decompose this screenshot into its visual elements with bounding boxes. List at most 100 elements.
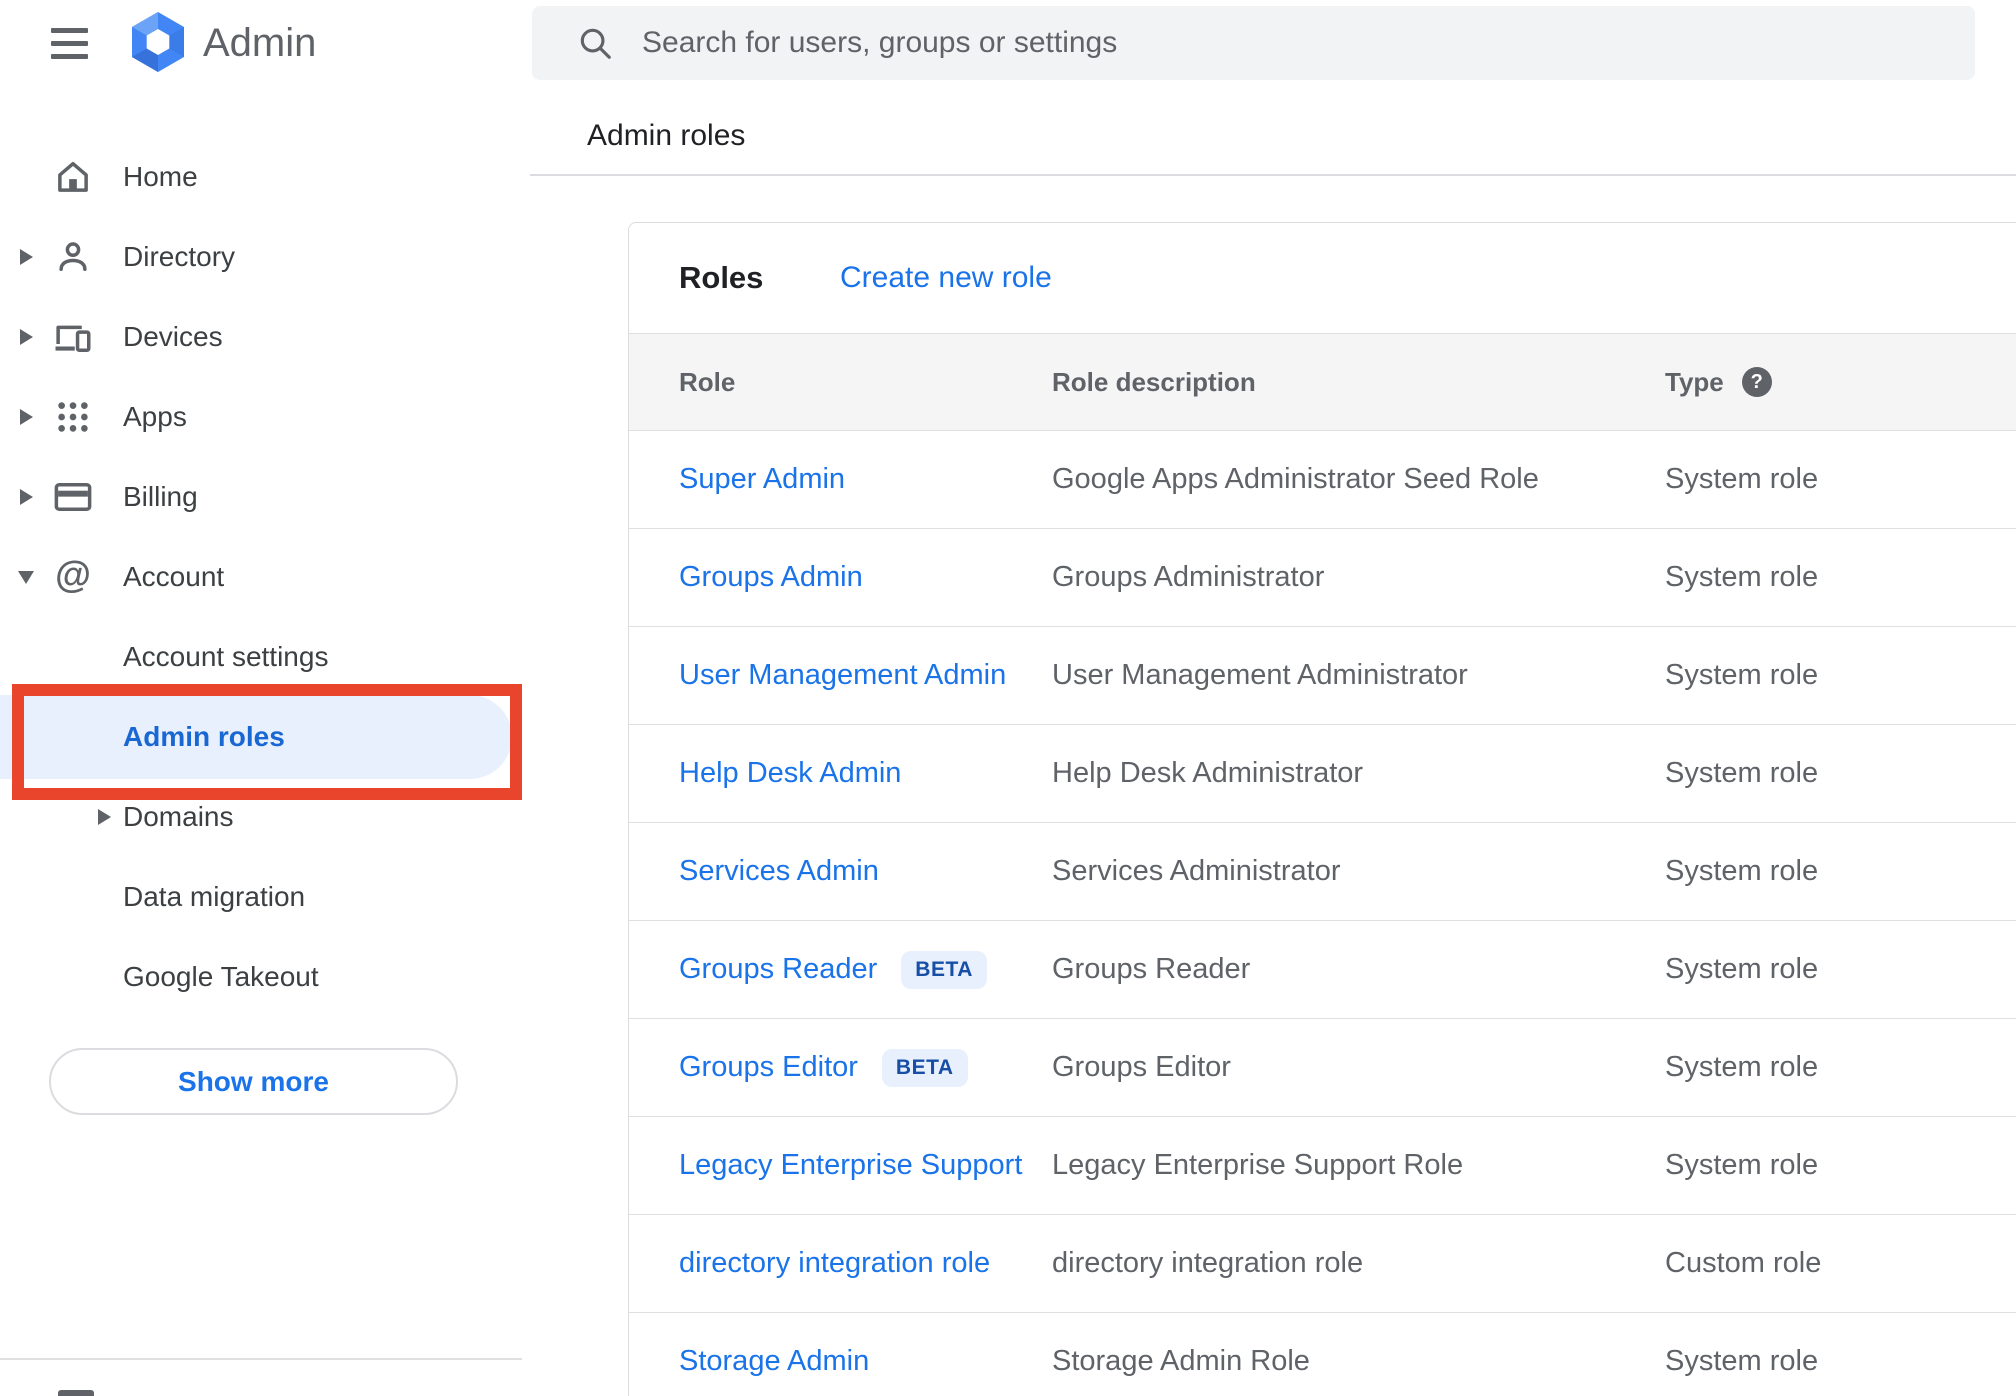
role-link[interactable]: Super Admin bbox=[679, 463, 845, 496]
search-input[interactable] bbox=[640, 13, 1975, 73]
header-divider bbox=[530, 174, 2016, 176]
role-description-cell: Google Apps Administrator Seed Role bbox=[1052, 463, 1539, 495]
role-description-cell: Help Desk Administrator bbox=[1052, 757, 1364, 789]
role-description-cell: Groups Reader bbox=[1052, 953, 1251, 985]
home-icon bbox=[52, 156, 94, 198]
role-type-cell: Custom role bbox=[1665, 1247, 1822, 1279]
role-link[interactable]: User Management Admin bbox=[679, 659, 1006, 692]
role-cell: Groups Admin bbox=[629, 561, 1052, 594]
sidebar-item-data-migration[interactable]: Data migration bbox=[0, 857, 530, 937]
sidebar-item-label: Directory bbox=[123, 241, 236, 272]
role-link[interactable]: Groups Reader bbox=[679, 953, 877, 986]
role-description-cell: User Management Administrator bbox=[1052, 659, 1468, 691]
expand-icon[interactable] bbox=[16, 327, 36, 347]
role-cell: directory integration role bbox=[629, 1247, 1052, 1280]
table-row: Help Desk Admin Help Desk Administrator … bbox=[629, 725, 2016, 823]
role-type-cell: System role bbox=[1665, 757, 1819, 789]
sidebar-item-apps[interactable]: Apps bbox=[0, 377, 530, 457]
sidebar-nav: Home Directory Devices Apps Billing @ Ac… bbox=[0, 137, 530, 1017]
role-type-cell: System role bbox=[1665, 1149, 1819, 1181]
role-description-cell: Groups Editor bbox=[1052, 1051, 1231, 1083]
role-cell: Groups Editor BETA bbox=[629, 1048, 1052, 1087]
svg-text:@: @ bbox=[55, 556, 91, 595]
sidebar-item-domains[interactable]: Domains bbox=[0, 777, 530, 857]
devices-icon bbox=[52, 316, 94, 358]
clipped-bottom-icon bbox=[58, 1390, 94, 1396]
sidebar-item-label: Apps bbox=[123, 401, 187, 432]
sidebar-item-label: Devices bbox=[123, 321, 223, 352]
sidebar-item-home[interactable]: Home bbox=[0, 137, 530, 217]
expand-icon[interactable] bbox=[16, 247, 36, 267]
roles-table-body: Super Admin Google Apps Administrator Se… bbox=[629, 431, 2016, 1396]
role-cell: Super Admin bbox=[629, 463, 1052, 496]
sidebar-item-admin-roles[interactable]: Admin roles bbox=[0, 695, 530, 779]
sidebar-item-label: Domains bbox=[123, 801, 234, 832]
table-row: User Management Admin User Management Ad… bbox=[629, 627, 2016, 725]
sidebar-item-google-takeout[interactable]: Google Takeout bbox=[0, 937, 530, 1017]
table-row: Storage Admin Storage Admin Role System … bbox=[629, 1313, 2016, 1396]
sidebar-item-devices[interactable]: Devices bbox=[0, 297, 530, 377]
roles-card-header: Roles Create new role bbox=[629, 223, 2016, 333]
expand-icon[interactable] bbox=[16, 407, 36, 427]
sidebar-item-label: Data migration bbox=[123, 881, 306, 912]
billing-icon bbox=[52, 476, 94, 518]
role-link[interactable]: Storage Admin bbox=[679, 1345, 869, 1378]
hamburger-menu-icon[interactable] bbox=[48, 21, 92, 65]
table-row: Groups Editor BETA Groups Editor System … bbox=[629, 1019, 2016, 1117]
sidebar-item-label: Home bbox=[123, 161, 198, 192]
collapse-icon[interactable] bbox=[16, 567, 36, 587]
sidebar-item-account[interactable]: @ Account bbox=[0, 537, 530, 617]
sidebar-item-label: Google Takeout bbox=[123, 961, 319, 992]
table-row: Legacy Enterprise Support Legacy Enterpr… bbox=[629, 1117, 2016, 1215]
column-header-description: Role description bbox=[1052, 366, 1256, 397]
table-row: Super Admin Google Apps Administrator Se… bbox=[629, 431, 2016, 529]
role-cell: Legacy Enterprise Support bbox=[629, 1149, 1052, 1182]
directory-icon bbox=[52, 236, 94, 278]
role-cell: Services Admin bbox=[629, 855, 1052, 888]
beta-badge: BETA bbox=[881, 1048, 968, 1087]
search-bar bbox=[532, 6, 1975, 80]
beta-badge: BETA bbox=[901, 950, 987, 989]
role-cell: Storage Admin bbox=[629, 1345, 1052, 1378]
role-description-cell: Services Administrator bbox=[1052, 855, 1341, 887]
sidebar-item-label: Billing bbox=[123, 481, 198, 512]
sidebar-item-billing[interactable]: Billing bbox=[0, 457, 530, 537]
table-row: directory integration role directory int… bbox=[629, 1215, 2016, 1313]
sidebar-item-label: Account settings bbox=[123, 641, 329, 672]
role-description-cell: Groups Administrator bbox=[1052, 561, 1325, 593]
role-type-cell: System role bbox=[1665, 855, 1819, 887]
sidebar-bottom-divider bbox=[0, 1358, 522, 1360]
role-link[interactable]: Help Desk Admin bbox=[679, 757, 901, 790]
role-type-cell: System role bbox=[1665, 463, 1819, 495]
expand-icon[interactable] bbox=[16, 487, 36, 507]
role-link[interactable]: Groups Admin bbox=[679, 561, 863, 594]
role-link[interactable]: Legacy Enterprise Support bbox=[679, 1149, 1022, 1182]
role-type-cell: System role bbox=[1665, 953, 1819, 985]
apps-icon bbox=[52, 396, 94, 438]
sidebar-item-account-settings[interactable]: Account settings bbox=[0, 617, 530, 697]
role-link[interactable]: Services Admin bbox=[679, 855, 879, 888]
table-row: Services Admin Services Administrator Sy… bbox=[629, 823, 2016, 921]
google-admin-console: Admin Admin roles Home Directory Devices… bbox=[0, 0, 2016, 1396]
breadcrumb: Admin roles bbox=[587, 119, 746, 152]
create-new-role-link[interactable]: Create new role bbox=[840, 261, 1052, 295]
expand-icon[interactable] bbox=[94, 807, 114, 827]
sidebar-item-directory[interactable]: Directory bbox=[0, 217, 530, 297]
card-title: Roles bbox=[679, 260, 764, 295]
show-more-button[interactable]: Show more bbox=[49, 1048, 458, 1115]
role-cell: User Management Admin bbox=[629, 659, 1052, 692]
role-cell: Help Desk Admin bbox=[629, 757, 1052, 790]
search-icon bbox=[576, 24, 614, 62]
table-row: Groups Admin Groups Administrator System… bbox=[629, 529, 2016, 627]
role-description-cell: directory integration role bbox=[1052, 1247, 1364, 1279]
role-description-cell: Legacy Enterprise Support Role bbox=[1052, 1149, 1464, 1181]
role-link[interactable]: directory integration role bbox=[679, 1247, 990, 1280]
admin-logo-icon bbox=[128, 11, 188, 73]
role-link[interactable]: Groups Editor bbox=[679, 1051, 858, 1084]
help-icon[interactable]: ? bbox=[1741, 367, 1772, 397]
role-type-cell: System role bbox=[1665, 561, 1819, 593]
sidebar-item-label: Account bbox=[123, 561, 225, 592]
column-header-type-label: Type bbox=[1665, 366, 1724, 397]
role-description-cell: Storage Admin Role bbox=[1052, 1345, 1310, 1377]
roles-card: Roles Create new role Role Role descript… bbox=[628, 222, 2016, 1396]
